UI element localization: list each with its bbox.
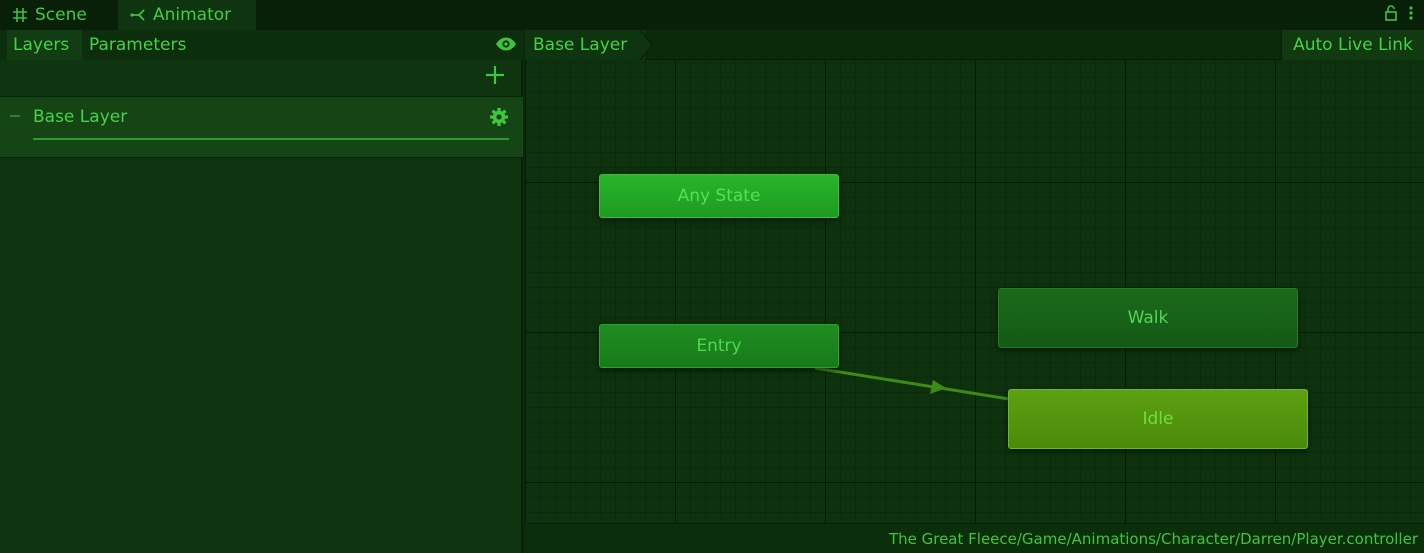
layer-name: Base Layer bbox=[33, 107, 128, 127]
tab-animator[interactable]: Animator bbox=[118, 0, 256, 30]
state-any-state[interactable]: Any State bbox=[599, 174, 839, 218]
window-tab-bar: Scene Animator bbox=[0, 0, 1424, 30]
kebab-menu-icon[interactable] bbox=[1408, 5, 1414, 21]
transition-entry-to-idle[interactable] bbox=[814, 366, 1010, 401]
layer-weight-slider[interactable] bbox=[33, 138, 509, 140]
state-idle-label: Idle bbox=[1142, 409, 1174, 429]
eye-icon[interactable] bbox=[495, 36, 517, 52]
drag-handle-icon[interactable] bbox=[10, 115, 20, 117]
tab-scene[interactable]: Scene bbox=[0, 0, 116, 30]
tab-layers[interactable]: Layers bbox=[7, 30, 82, 60]
lock-icon[interactable] bbox=[1384, 5, 1398, 21]
tab-scene-label: Scene bbox=[35, 5, 87, 25]
tab-layers-label: Layers bbox=[13, 35, 70, 55]
transition-layer bbox=[814, 366, 1010, 401]
animator-graph[interactable]: Base Layer Auto Live Link Any State Entr… bbox=[525, 30, 1424, 553]
transition-arrow-icon bbox=[930, 380, 946, 394]
layers-panel: Layers Parameters Base Layer bbox=[0, 30, 523, 553]
state-walk[interactable]: Walk bbox=[998, 288, 1298, 348]
tab-parameters[interactable]: Parameters bbox=[83, 30, 193, 60]
state-any-state-label: Any State bbox=[677, 186, 761, 206]
asset-path: The Great Fleece/Game/Animations/Charact… bbox=[888, 530, 1418, 548]
state-idle-default[interactable]: Idle bbox=[1008, 389, 1308, 449]
add-layer-button[interactable] bbox=[485, 65, 505, 85]
tab-tools bbox=[1384, 5, 1414, 21]
state-entry-label: Entry bbox=[696, 336, 742, 356]
layer-row[interactable]: Base Layer bbox=[0, 96, 523, 158]
animator-icon bbox=[130, 9, 145, 21]
state-entry[interactable]: Entry bbox=[599, 324, 839, 368]
status-bar: The Great Fleece/Game/Animations/Charact… bbox=[525, 523, 1424, 553]
tab-animator-label: Animator bbox=[153, 5, 232, 25]
tab-parameters-label: Parameters bbox=[89, 35, 187, 55]
grid-hash-icon bbox=[13, 8, 27, 22]
layers-panel-toolbar: Layers Parameters bbox=[0, 30, 523, 60]
gear-icon[interactable] bbox=[489, 107, 509, 127]
state-walk-label: Walk bbox=[1127, 308, 1169, 328]
